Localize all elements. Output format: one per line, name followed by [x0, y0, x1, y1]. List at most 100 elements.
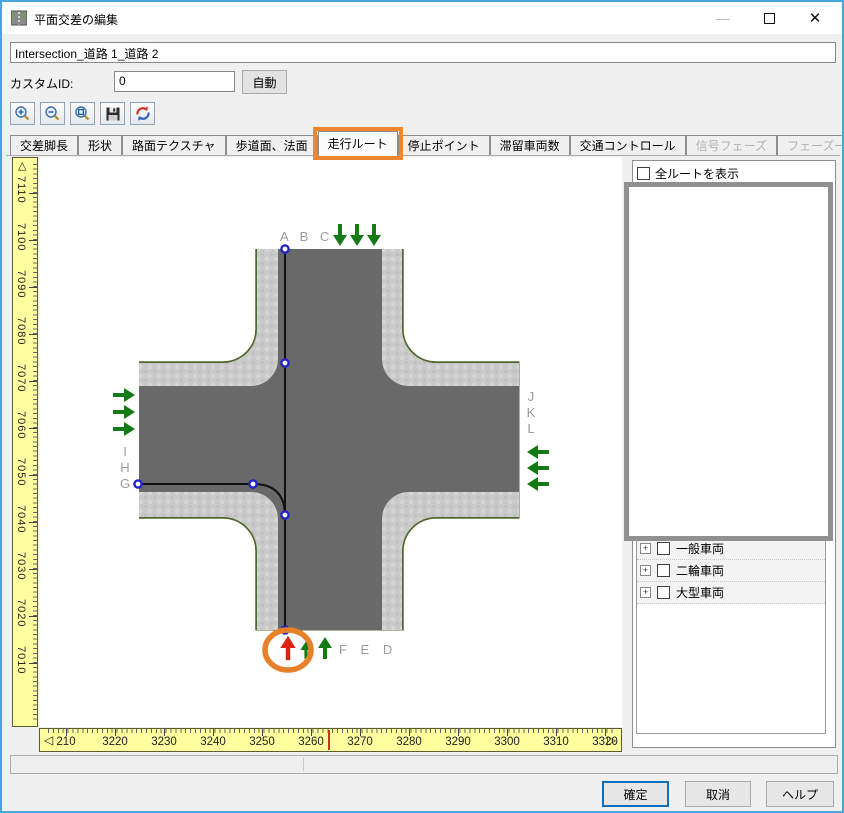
tab-交差脚長[interactable]: 交差脚長	[10, 135, 79, 156]
weight-row-I[interactable]: I0	[637, 446, 825, 469]
expand-icon[interactable]: +	[640, 565, 651, 576]
status-bar-divider	[303, 758, 304, 771]
weight-value-cell[interactable]: 0	[683, 285, 805, 308]
tab-歩道面、法面[interactable]: 歩道面、法面	[225, 135, 318, 156]
tab-交通コントロール[interactable]: 交通コントロール	[569, 135, 686, 156]
weight-row-D[interactable]: D0	[637, 331, 825, 354]
hruler-major-tick	[66, 729, 67, 736]
auto-button[interactable]: 自動	[242, 70, 287, 94]
app-icon	[11, 10, 27, 26]
hruler-label: 3320	[592, 736, 618, 748]
weight-value-cell[interactable]: 0	[683, 446, 805, 469]
weight-row-G[interactable]: G5	[637, 400, 825, 423]
weight-column-header: 重み	[683, 217, 805, 239]
ruler-position-marker	[328, 730, 330, 750]
weight-value-cell[interactable]: 0	[683, 377, 805, 400]
cancel-button[interactable]: 取消	[685, 781, 751, 807]
hruler-label: 3220	[102, 736, 128, 748]
ruler-left-arrow-icon[interactable]: ◁	[44, 733, 53, 747]
zoom-in-button[interactable]	[10, 102, 35, 125]
weight-value-cell[interactable]: 0	[683, 308, 805, 331]
weight-row-A[interactable]: A 10	[637, 262, 825, 285]
panel-tab-方向[interactable]: 方向	[678, 190, 721, 209]
selected-route-arrow-red	[280, 635, 296, 661]
weight-value-cell[interactable]: 10	[683, 262, 805, 285]
route-key-cell: C	[652, 308, 683, 331]
intersection-name-input[interactable]: Intersection_道路 1_道路 2	[10, 42, 836, 63]
weight-row-B[interactable]: B0	[637, 285, 825, 308]
default-group-row[interactable]: − デフォルト	[637, 239, 825, 262]
svg-text:L: L	[527, 421, 534, 436]
route-key-cell: A	[652, 262, 683, 285]
expand-icon[interactable]: +	[640, 543, 651, 554]
weight-row-F[interactable]: F0	[637, 377, 825, 400]
show-all-routes-checkbox[interactable]	[637, 167, 650, 180]
close-button[interactable]: ✕	[792, 2, 838, 34]
weight-row-K[interactable]: K0	[637, 492, 825, 515]
svg-text:G: G	[120, 476, 130, 491]
hruler-major-tick	[360, 729, 361, 736]
tab-走行ルート[interactable]: 走行ルート	[317, 131, 398, 156]
hruler-label: 210	[56, 736, 76, 748]
hruler-minor-ticks	[48, 729, 613, 733]
hruler-label: 3240	[200, 736, 226, 748]
vehicle-group-大型車両[interactable]: + 大型車両	[637, 582, 825, 604]
weight-value-cell[interactable]: 0	[683, 423, 805, 446]
minimize-icon: —	[716, 10, 730, 26]
vruler-major-tick	[29, 616, 37, 617]
weight-value-cell[interactable]: 0	[683, 515, 805, 538]
hruler-major-tick	[164, 729, 165, 736]
minimize-button[interactable]: —	[700, 2, 746, 34]
maximize-button[interactable]	[746, 2, 792, 34]
tab-形状[interactable]: 形状	[78, 135, 123, 156]
zoom-region-button[interactable]	[70, 102, 95, 125]
vehicle-group-checkbox[interactable]	[657, 586, 670, 599]
weight-value-cell[interactable]: 5	[683, 400, 805, 423]
intersection-drawing: A B C F E D I H G J K L	[113, 224, 549, 673]
help-button[interactable]: ヘルプ	[766, 781, 834, 807]
vertical-ruler[interactable]: △ 7110 7100 7090 7080 7070 7060 7050 7040 7030 70…	[12, 157, 38, 727]
weight-row-E[interactable]: E0	[637, 354, 825, 377]
collapse-icon[interactable]: −	[640, 244, 651, 256]
expand-icon[interactable]: +	[640, 587, 651, 598]
svg-text:H: H	[120, 460, 129, 475]
weight-value-cell[interactable]: 0	[683, 492, 805, 515]
tab-停止ポイント[interactable]: 停止ポイント	[397, 135, 490, 156]
tab-滞留車両数[interactable]: 滞留車両数	[489, 135, 570, 156]
weight-value-cell[interactable]: 0	[683, 354, 805, 377]
weight-row-H[interactable]: H0	[637, 423, 825, 446]
tab-路面テクスチャ[interactable]: 路面テクスチャ	[122, 135, 226, 156]
vruler-label: 7110	[15, 176, 27, 204]
weight-table-header: 重み	[637, 217, 825, 239]
intersection-canvas[interactable]: A B C F E D I H G J K L	[39, 157, 622, 727]
vehicle-group-checkbox[interactable]	[657, 564, 670, 577]
zoom-out-button[interactable]	[40, 102, 65, 125]
panel-tab-重み[interactable]: 重み	[636, 187, 679, 209]
ruler-up-arrow-icon[interactable]: △	[18, 159, 26, 172]
hruler-label: 3270	[347, 736, 373, 748]
refresh-button[interactable]	[130, 102, 155, 125]
save-button[interactable]	[100, 102, 125, 125]
maximize-icon	[763, 12, 775, 24]
route-key-cell: E	[652, 354, 683, 377]
weight-table: 重み − デフォルト A 10 B 0 C 0 D 0 E 0 F 0 G 5 H 0 I 0 J 0 K 0 L 0 + 一般…	[636, 216, 826, 734]
vehicle-group-一般車両[interactable]: + 一般車両	[637, 538, 825, 560]
weight-row-C[interactable]: C0	[637, 308, 825, 331]
vruler-label: 7020	[15, 599, 27, 628]
weight-row-J[interactable]: J0	[637, 469, 825, 492]
vehicle-group-checkbox[interactable]	[657, 542, 670, 555]
ok-button[interactable]: 確定	[602, 781, 669, 807]
weight-row-L[interactable]: L0	[637, 515, 825, 538]
custom-id-input[interactable]: 0	[114, 71, 235, 92]
labels-bottom: F E D	[339, 642, 397, 657]
vruler-major-tick	[29, 381, 37, 382]
weight-value-cell[interactable]: 0	[683, 331, 805, 354]
hruler-major-tick	[262, 729, 263, 736]
vehicle-group-二輪車両[interactable]: + 二輪車両	[637, 560, 825, 582]
vruler-label: 7070	[15, 364, 27, 393]
tab-信号フェーズ: 信号フェーズ	[685, 135, 778, 156]
show-all-routes-row[interactable]: 全ルートを表示	[637, 165, 739, 182]
horizontal-ruler[interactable]: ◁ ▷ 210 3220 3230 3240 3250 3260 3270 3280 3290 3…	[39, 728, 622, 752]
vruler-label: 7040	[15, 505, 27, 534]
weight-value-cell[interactable]: 0	[683, 469, 805, 492]
